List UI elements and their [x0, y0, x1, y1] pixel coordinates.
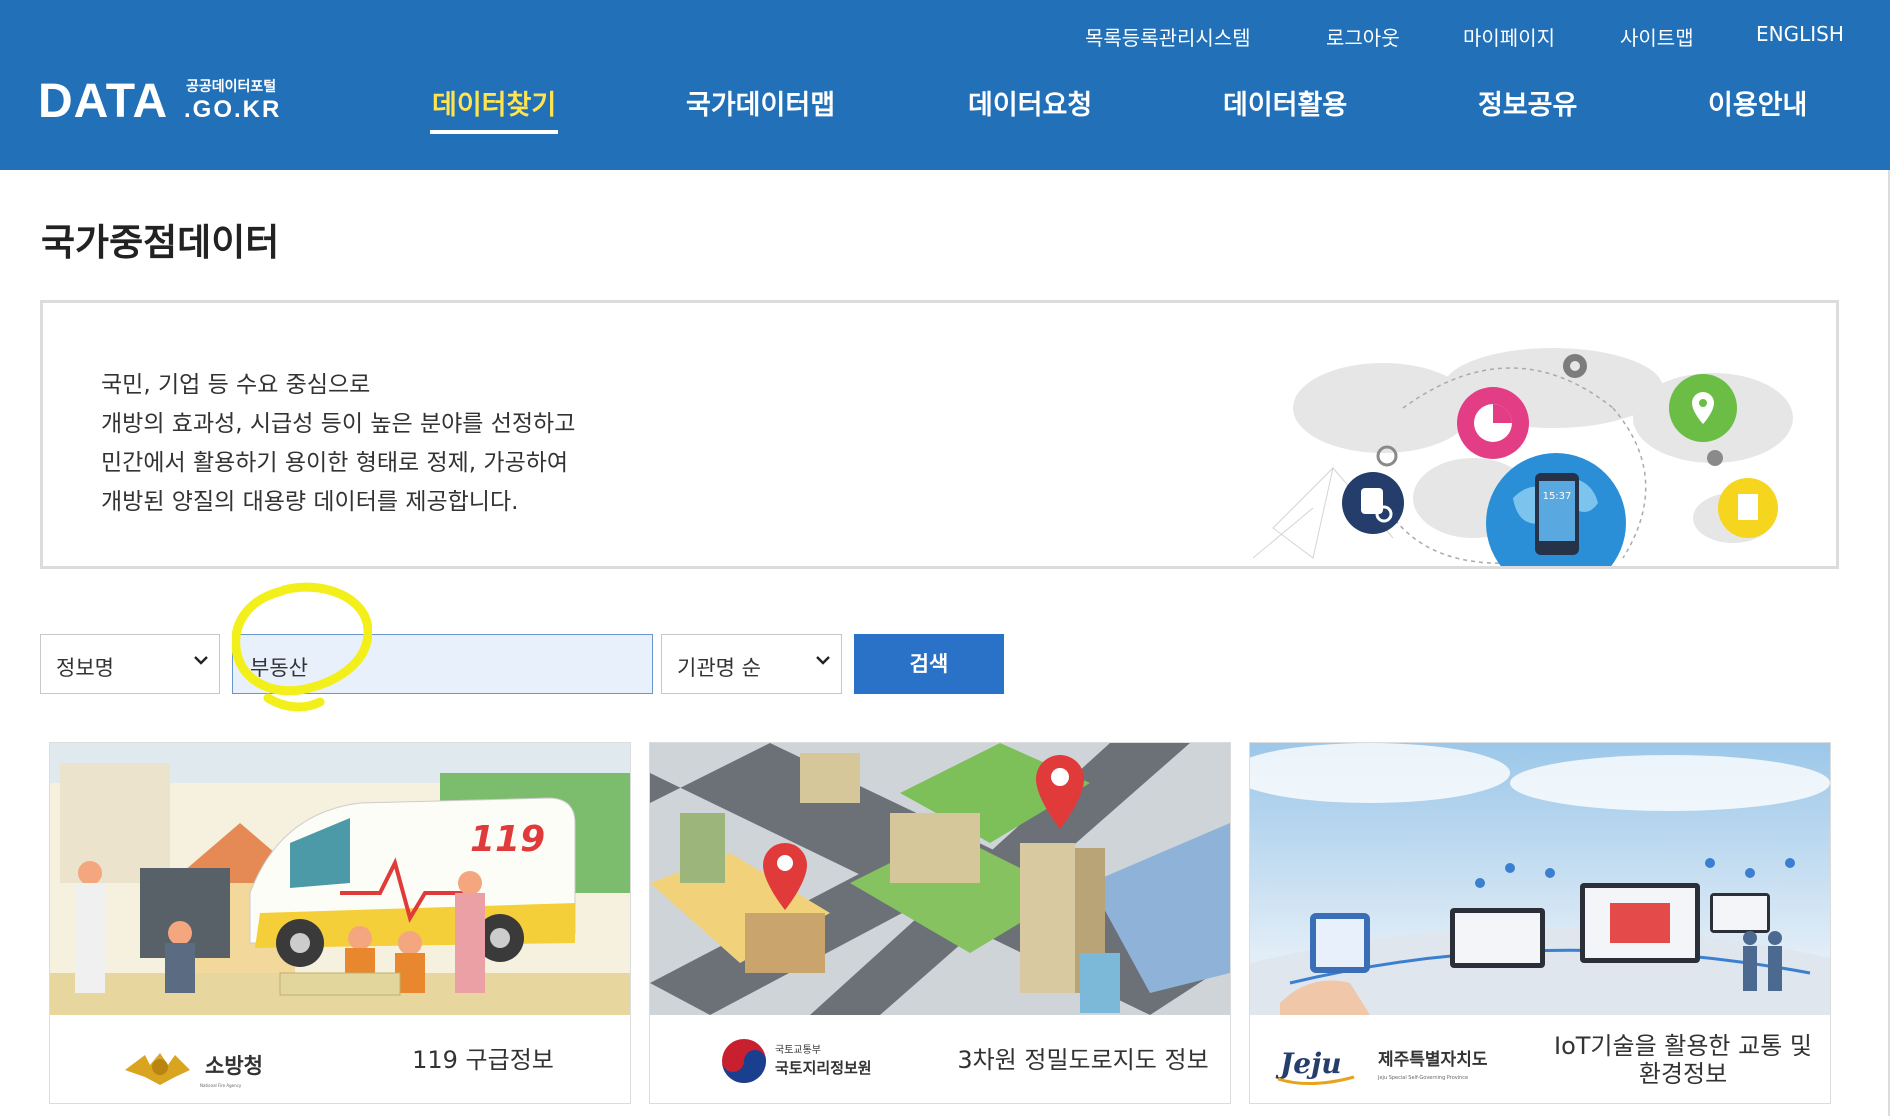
intro-box: 국민, 기업 등 수요 중심으로 개방의 효과성, 시급성 등이 높은 분야를 …: [40, 300, 1839, 569]
intro-line: 개방의 효과성, 시급성 등이 높은 분야를 선정하고: [101, 411, 576, 437]
ambulance-number-text: 119: [470, 819, 545, 860]
highlight-annotation: [232, 582, 372, 712]
card-image-iot: [1250, 743, 1830, 1015]
nav-info-share[interactable]: 정보공유: [1478, 83, 1577, 122]
data-card-3d-road-map[interactable]: 국토교통부 국토지리정보원 3차원 정밀도로지도 정보: [649, 742, 1231, 1104]
util-link-english[interactable]: ENGLISH: [1756, 22, 1844, 46]
logo-domain: .GO.KR: [184, 96, 282, 123]
data-card-iot-traffic[interactable]: Jeju 제주특별자치도 Jeju Special Self-Governing…: [1249, 742, 1831, 1104]
card-title[interactable]: IoT기술을 활용한 교통 및 환경정보: [1540, 1015, 1826, 1103]
illustration-phone-time: 15:37: [1543, 491, 1572, 502]
page-title: 국가중점데이터: [41, 221, 280, 264]
data-card-119[interactable]: 119 소방청 National Fire Agency 119 구급정보: [49, 742, 631, 1104]
nav-active-indicator: [430, 130, 558, 134]
intro-line: 개방된 양질의 대용량 데이터를 제공합니다.: [101, 489, 519, 515]
intro-line: 국민, 기업 등 수요 중심으로: [101, 372, 371, 398]
chevron-down-icon: [194, 656, 208, 665]
card-image-ambulance: 119: [50, 743, 630, 1015]
intro-line: 민간에서 활용하기 용이한 형태로 정제, 가공하여: [101, 450, 569, 476]
search-field-select[interactable]: 정보명: [40, 634, 220, 694]
nav-data-use[interactable]: 데이터활용: [1223, 83, 1347, 122]
org-mark: Jeju: [1275, 1047, 1342, 1080]
nav-guide[interactable]: 이용안내: [1708, 83, 1807, 122]
nav-find-data[interactable]: 데이터찾기: [432, 83, 556, 122]
sort-select[interactable]: 기관명 순: [661, 634, 842, 694]
logo-portal-name: 공공데이터포털: [186, 79, 277, 95]
search-field-select-value: 정보명: [56, 656, 114, 680]
org-name: 소방청: [205, 1054, 263, 1078]
org-name-english: Jeju Special Self-Governing Province: [1377, 1075, 1468, 1081]
card-title[interactable]: 3차원 정밀도로지도 정보: [940, 1015, 1226, 1103]
nav-national-data-map[interactable]: 국가데이터맵: [686, 83, 835, 122]
org-name-english: National Fire Agency: [200, 1083, 242, 1088]
nav-data-request[interactable]: 데이터요청: [968, 83, 1092, 122]
util-link-sitemap[interactable]: 사이트맵: [1620, 22, 1694, 51]
org-logo-jeju: Jeju 제주특별자치도 Jeju Special Self-Governing…: [1275, 1047, 1488, 1086]
card-title[interactable]: 119 구급정보: [340, 1015, 626, 1103]
site-header: DATA 공공데이터포털 .GO.KR 목록등록관리시스템 로그아웃 마이페이지…: [0, 0, 1890, 170]
search-button[interactable]: 검색: [854, 634, 1004, 694]
card-image-3d-map: [650, 743, 1230, 1015]
util-link-mypage[interactable]: 마이페이지: [1463, 22, 1555, 51]
org-name: 국토지리정보원: [775, 1059, 872, 1077]
data-network-illustration: 15:37: [1253, 348, 1793, 566]
util-link-logout[interactable]: 로그아웃: [1326, 22, 1400, 51]
logo-data[interactable]: DATA: [38, 74, 168, 129]
org-ministry: 국토교통부: [775, 1044, 821, 1056]
chevron-down-icon: [816, 656, 830, 665]
util-link-catalog-system[interactable]: 목록등록관리시스템: [1085, 22, 1251, 51]
org-name: 제주특별자치도: [1378, 1050, 1488, 1070]
sort-select-value: 기관명 순: [677, 656, 761, 680]
org-logo-ngii: 국토교통부 국토지리정보원: [722, 1039, 872, 1083]
org-logo-fire-agency: 소방청 National Fire Agency: [125, 1053, 263, 1088]
